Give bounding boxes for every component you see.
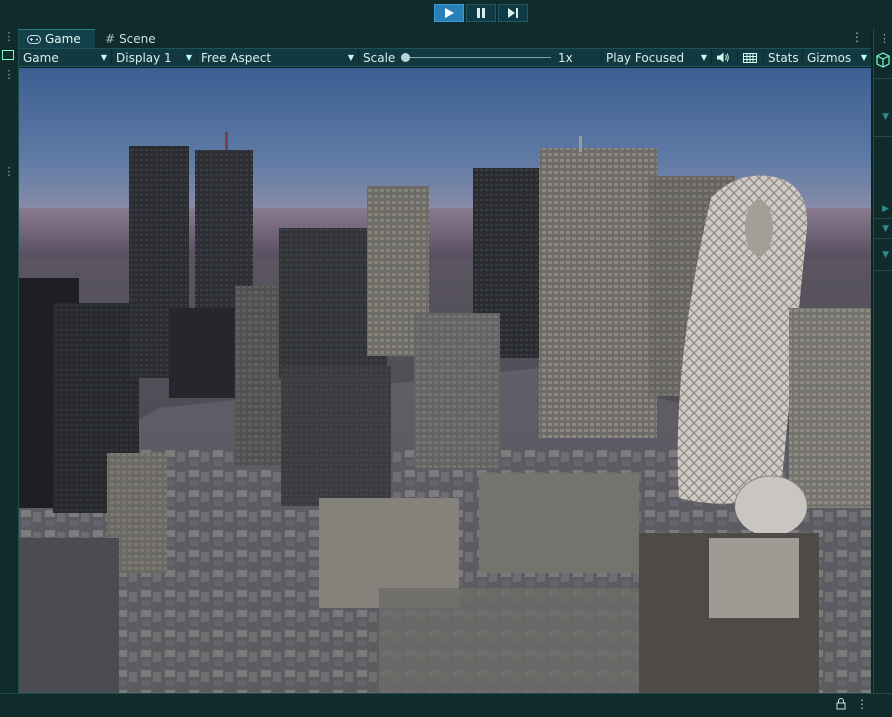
scale-value: 1x xyxy=(558,50,573,65)
city-scene-render xyxy=(19,68,871,693)
play-button[interactable] xyxy=(434,4,464,22)
play-mode-dropdown-label: Play Focused xyxy=(606,50,685,65)
step-icon xyxy=(507,8,518,18)
game-viewport[interactable] xyxy=(19,68,871,693)
scale-label: Scale xyxy=(363,50,396,65)
chevron-down-icon: ▼ xyxy=(700,53,707,62)
tab-bar: Game # Scene ⋮ xyxy=(19,28,871,48)
play-controls xyxy=(434,4,528,22)
gizmos-dropdown[interactable]: Gizmos ▼ xyxy=(803,49,871,66)
left-panel-strip: ⋮ ⋮ ⋮ xyxy=(0,28,19,693)
panel-icon[interactable] xyxy=(2,50,14,60)
top-toolbar xyxy=(0,0,892,28)
game-view-dropdown[interactable]: Game ▼ xyxy=(19,49,111,66)
tab-game-label: Game xyxy=(45,32,81,46)
pause-button[interactable] xyxy=(466,4,496,22)
hash-icon: # xyxy=(105,31,116,46)
stats-button[interactable]: Stats xyxy=(764,49,802,66)
cube-icon[interactable] xyxy=(876,52,892,72)
lock-icon[interactable] xyxy=(836,698,846,713)
gamepad-icon xyxy=(27,34,41,44)
chevron-down-icon: ▼ xyxy=(185,53,192,62)
game-view-toolbar: Game ▼ Display 1 ▼ Free Aspect ▼ Scale 1… xyxy=(19,48,871,67)
chevron-down-icon[interactable]: ▼ xyxy=(882,224,889,234)
play-icon xyxy=(445,8,454,18)
speaker-icon xyxy=(717,52,729,63)
play-mode-dropdown[interactable]: Play Focused ▼ xyxy=(602,49,711,66)
tab-scene-label: Scene xyxy=(119,31,156,46)
aspect-dropdown[interactable]: Free Aspect ▼ xyxy=(197,49,358,66)
chevron-down-icon: ▼ xyxy=(100,53,107,62)
aspect-dropdown-label: Free Aspect xyxy=(201,50,272,65)
chevron-down-icon: ▼ xyxy=(860,53,867,62)
tab-menu-kebab-icon[interactable]: ⋮ xyxy=(851,30,863,44)
status-bar: ⋮ xyxy=(0,693,892,717)
right-panel-strip: ⋮ ▼ ▶ ▼ ▼ xyxy=(873,28,892,693)
game-view-dropdown-label: Game xyxy=(23,50,59,65)
display-dropdown[interactable]: Display 1 ▼ xyxy=(112,49,196,66)
chevron-right-icon[interactable]: ▶ xyxy=(882,204,889,214)
tab-scene[interactable]: # Scene xyxy=(97,29,169,48)
chevron-down-icon: ▼ xyxy=(347,53,354,62)
step-button[interactable] xyxy=(498,4,528,22)
gizmos-label: Gizmos xyxy=(807,50,852,65)
audio-toggle[interactable] xyxy=(713,49,735,66)
kebab-icon[interactable]: ⋮ xyxy=(0,166,18,177)
display-dropdown-label: Display 1 xyxy=(116,50,172,65)
scale-slider-handle[interactable] xyxy=(401,53,410,62)
keyboard-toggle[interactable] xyxy=(739,49,761,66)
chevron-down-icon[interactable]: ▼ xyxy=(882,250,889,260)
scale-slider-track[interactable] xyxy=(405,57,551,58)
chevron-down-icon[interactable]: ▼ xyxy=(882,112,889,122)
kebab-icon[interactable]: ⋮ xyxy=(856,697,868,711)
kebab-icon[interactable]: ⋮ xyxy=(0,69,18,80)
kebab-icon[interactable]: ⋮ xyxy=(0,31,18,42)
pause-icon xyxy=(477,8,485,18)
tab-game[interactable]: Game xyxy=(19,29,95,48)
kebab-icon[interactable]: ⋮ xyxy=(879,32,890,45)
keyboard-icon xyxy=(743,52,757,63)
